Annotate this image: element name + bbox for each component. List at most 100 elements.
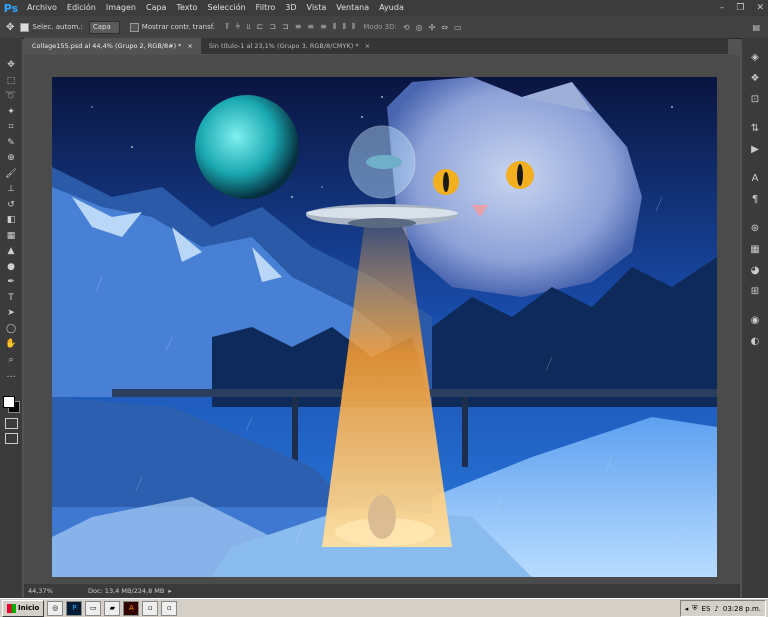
menu-filtro[interactable]: Filtro xyxy=(251,0,281,16)
tab-close-icon[interactable]: × xyxy=(365,38,370,54)
menu-edicion[interactable]: Edición xyxy=(62,0,101,16)
distribute-bottom-icon[interactable]: ≡ xyxy=(320,22,327,32)
tab-collage155[interactable]: Collage155.psd al 44,4% (Grupo 2, RGB/8#… xyxy=(24,38,201,54)
clone-stamp-icon[interactable]: ⊥ xyxy=(3,182,19,197)
menu-seleccion[interactable]: Selección xyxy=(203,0,251,16)
align-left-icon[interactable]: ⊏ xyxy=(257,22,264,32)
illustrator-icon[interactable]: A xyxy=(123,600,140,616)
type-tool-icon[interactable]: T xyxy=(3,291,19,306)
align-top-icon[interactable]: ⫪ xyxy=(225,22,230,32)
start-button[interactable]: Inicio xyxy=(2,599,45,617)
menu-texto[interactable]: Texto xyxy=(171,0,202,16)
window2-icon[interactable]: ▫ xyxy=(161,600,178,616)
more-tools-icon[interactable]: … xyxy=(3,368,19,383)
distribute-hcenter-icon[interactable]: ⦀ xyxy=(342,22,346,32)
rotate-3d-icon[interactable]: ⟲ xyxy=(403,23,410,32)
auto-select-dropdown[interactable]: Capa xyxy=(88,20,120,34)
hand-tool-icon[interactable]: ✋ xyxy=(3,337,19,352)
drag-3d-icon[interactable]: ✣ xyxy=(429,23,436,32)
menu-ayuda[interactable]: Ayuda xyxy=(374,0,409,16)
color-icon[interactable]: ◕ xyxy=(746,261,764,279)
3d-icons: ⟲ ◎ ✣ ⇔ ▭ xyxy=(403,23,462,32)
document-tabs: Collage155.psd al 44,4% (Grupo 2, RGB/8#… xyxy=(24,38,728,54)
scale-3d-icon[interactable]: ▭ xyxy=(454,23,462,32)
pen-tool-icon[interactable]: ✒ xyxy=(3,275,19,290)
distribute-vcenter-icon[interactable]: ≡ xyxy=(307,22,314,32)
slide-3d-icon[interactable]: ⇔ xyxy=(441,23,448,32)
tab-close-icon[interactable]: × xyxy=(187,38,192,54)
brush-tool-icon[interactable]: 🖌 xyxy=(3,167,19,182)
marquee-tool-icon[interactable]: ⬚ xyxy=(3,74,19,89)
paragraph-icon[interactable]: ¶ xyxy=(746,190,764,208)
zoom-tool-icon[interactable]: ⌕ xyxy=(3,353,19,368)
character-icon[interactable]: A xyxy=(746,169,764,187)
workspace-icon[interactable]: ▤ xyxy=(752,23,760,32)
adjustments-icon[interactable]: ◉ xyxy=(746,311,764,329)
eraser-tool-icon[interactable]: ◧ xyxy=(3,213,19,228)
align-vcenter-icon[interactable]: ⫩ xyxy=(235,22,240,32)
screen-mode-icon[interactable] xyxy=(5,433,18,444)
crop-tool-icon[interactable]: ⌗ xyxy=(3,120,19,135)
volume-icon[interactable]: ♪ xyxy=(714,605,718,613)
shield-icon[interactable]: ⛨ xyxy=(692,604,697,613)
move-tool-icon[interactable]: ✥ xyxy=(3,58,19,73)
align-hcenter-icon[interactable]: ⊐ xyxy=(269,22,276,32)
paths-icon[interactable]: ⊡ xyxy=(746,90,764,108)
channels-icon[interactable]: ❖ xyxy=(746,69,764,87)
restore-icon[interactable]: ❐ xyxy=(736,3,744,13)
blur-tool-icon[interactable]: ▲ xyxy=(3,244,19,259)
tray-arrow-icon[interactable]: ◂ xyxy=(685,605,689,613)
toolbox: ✥ ⬚ ➰ ✦ ⌗ ✎ ⊕ 🖌 ⊥ ↺ ◧ ▦ ▲ ● ✒ T ➤ ◯ ✋ ⌕ … xyxy=(0,38,22,598)
start-label: Inicio xyxy=(18,604,40,612)
layers-icon[interactable]: ◈ xyxy=(746,48,764,66)
shape-tool-icon[interactable]: ◯ xyxy=(3,322,19,337)
healing-brush-icon[interactable]: ⊕ xyxy=(3,151,19,166)
actions-icon[interactable]: ▶ xyxy=(746,140,764,158)
menu-ventana[interactable]: Ventana xyxy=(331,0,374,16)
roll-3d-icon[interactable]: ◎ xyxy=(416,23,423,32)
explorer-icon[interactable]: ▭ xyxy=(85,600,102,616)
menu-archivo[interactable]: Archivo xyxy=(22,0,62,16)
lang-indicator[interactable]: ES xyxy=(702,605,711,613)
photoshop-task-icon[interactable]: P xyxy=(66,600,83,616)
quick-mask-icon[interactable] xyxy=(5,418,18,429)
zoom-level[interactable]: 44,37% xyxy=(24,587,68,595)
panel-dock: ◈ ❖ ⊡ ⇅ ▶ A ¶ ⊛ ▦ ◕ ⊞ ◉ ◐ xyxy=(742,38,768,598)
magic-wand-icon[interactable]: ✦ xyxy=(3,105,19,120)
grid-icon[interactable]: ⊞ xyxy=(746,282,764,300)
menu-imagen[interactable]: Imagen xyxy=(101,0,141,16)
show-transform-checkbox[interactable]: Mostrar contr. transf. xyxy=(129,22,215,32)
clock[interactable]: 03:28 p.m. xyxy=(723,605,761,613)
status-arrow-icon[interactable]: ▸ xyxy=(168,587,171,595)
history-brush-icon[interactable]: ↺ xyxy=(3,198,19,213)
document-canvas[interactable] xyxy=(52,77,717,577)
path-select-icon[interactable]: ➤ xyxy=(3,306,19,321)
eyedropper-icon[interactable]: ✎ xyxy=(3,136,19,151)
swatches-icon[interactable]: ▦ xyxy=(746,240,764,258)
close-icon[interactable]: ✕ xyxy=(756,3,764,13)
auto-select-checkbox[interactable]: Selec. autom.: xyxy=(20,22,83,32)
minimize-icon[interactable]: – xyxy=(720,3,725,13)
tab-sin-titulo-1[interactable]: Sin título-1 al 23,1% (Grupo 3, RGB/8/CM… xyxy=(201,38,378,54)
dodge-tool-icon[interactable]: ● xyxy=(3,260,19,275)
move-tool-icon[interactable]: ✥ xyxy=(6,22,14,33)
folder-icon[interactable]: ▰ xyxy=(104,600,121,616)
menu-capa[interactable]: Capa xyxy=(141,0,171,16)
window-icon[interactable]: ▫ xyxy=(142,600,159,616)
show-transform-label: Mostrar contr. transf. xyxy=(141,23,215,31)
distribute-top-icon[interactable]: ≡ xyxy=(295,22,302,32)
properties-icon[interactable]: ◐ xyxy=(746,332,764,350)
foreground-color-swatch[interactable] xyxy=(3,396,15,408)
lasso-tool-icon[interactable]: ➰ xyxy=(3,89,19,104)
brush-presets-icon[interactable]: ⊛ xyxy=(746,219,764,237)
history-icon[interactable]: ⇅ xyxy=(746,119,764,137)
distribute-left-icon[interactable]: ⦀ xyxy=(333,22,337,32)
menu-3d[interactable]: 3D xyxy=(280,0,301,16)
align-icons: ⫪ ⫩ ⫫ ⊏ ⊐ ⊐ ≡ ≡ ≡ ⦀ ⦀ ⦀ xyxy=(225,22,355,32)
gradient-tool-icon[interactable]: ▦ xyxy=(3,229,19,244)
distribute-right-icon[interactable]: ⦀ xyxy=(352,22,356,32)
browser-icon[interactable]: ◎ xyxy=(47,600,64,616)
align-bottom-icon[interactable]: ⫫ xyxy=(246,22,251,32)
align-right-icon[interactable]: ⊐ xyxy=(282,22,289,32)
menu-vista[interactable]: Vista xyxy=(302,0,332,16)
